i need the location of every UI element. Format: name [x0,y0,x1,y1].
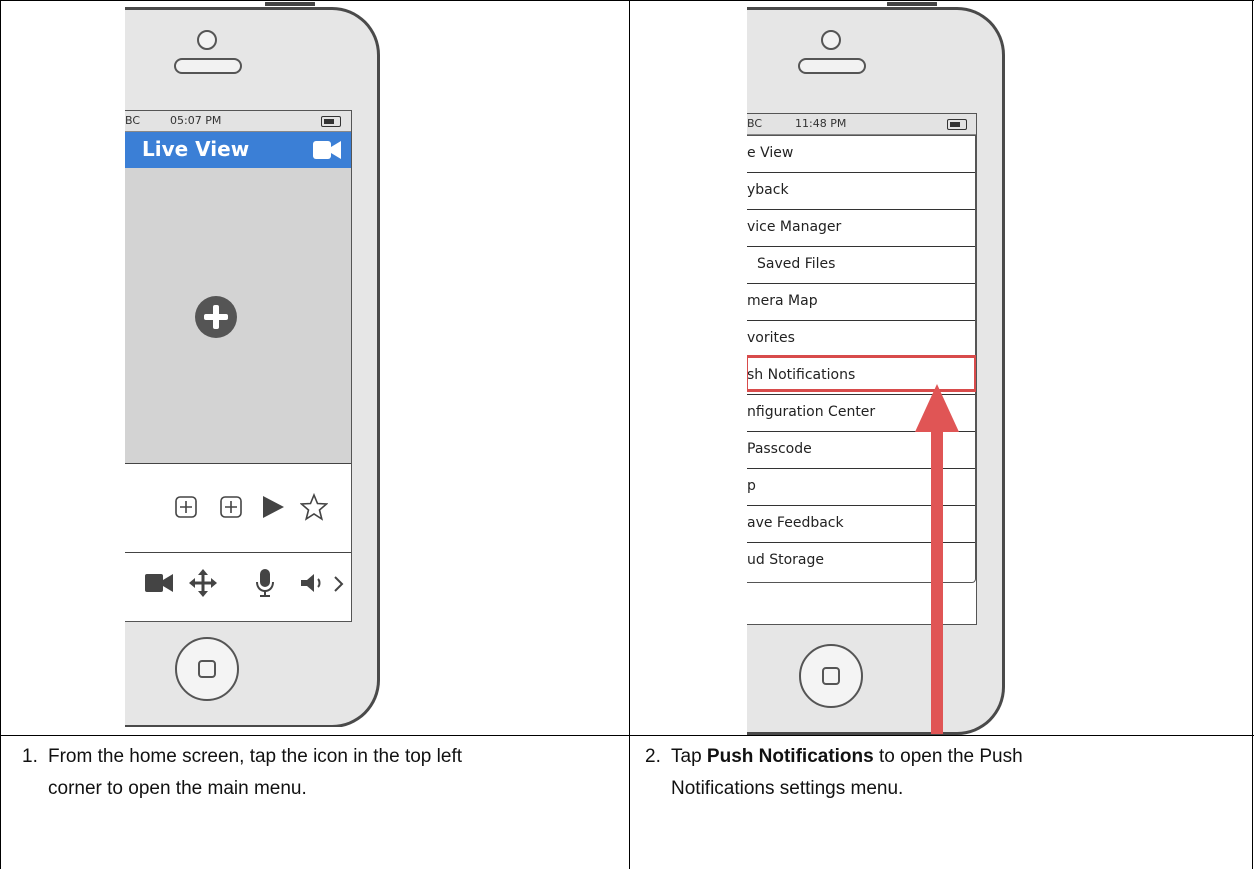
play-icon[interactable] [261,495,285,519]
page-title: Live View [142,137,250,161]
live-video-area[interactable] [125,168,351,464]
menu-item-label: p [747,478,756,494]
menu-item-label: yback [747,182,789,198]
menu-item-saved-files[interactable]: Saved Files [747,247,975,284]
table-border-top [0,0,1254,1]
phone-top-edge [887,2,937,6]
menu-item-playback[interactable]: yback [747,173,975,210]
menu-item-label: nfiguration Center [747,404,876,420]
menu-item-label: e View [747,145,794,161]
front-camera [821,30,841,50]
step-1-line-2: corner to open the main menu. [48,778,307,799]
step-2-emphasis: Push Notifications [706,746,874,767]
microphone-icon[interactable] [255,568,275,598]
menu-item-device-manager[interactable]: vice Manager [747,210,975,247]
toolbar-row-2 [125,553,351,621]
step-2-prefix: Tap [671,746,707,767]
phone-screen: BC 05:07 PM Live View [125,110,352,622]
step-number: 1. [22,746,38,767]
step-2-caption: 2. Tap Push Notifications to open the Pus… [645,741,1245,805]
battery-icon [321,116,341,127]
carrier-label: BC [747,117,763,130]
home-button[interactable] [175,637,239,701]
table-border-left [0,0,1,869]
move-arrows-icon[interactable] [189,569,217,597]
up-arrow-indicator [915,384,959,734]
plus-circle-icon[interactable] [195,296,237,338]
star-icon[interactable] [300,493,328,521]
carrier-label: BC [125,114,141,127]
home-square-icon [198,660,216,678]
clock-label: 05:07 PM [170,114,222,127]
menu-item-favorites[interactable]: vorites [747,321,975,358]
video-camera-icon[interactable] [313,139,341,161]
menu-item-label: Passcode [747,441,812,457]
menu-item-label: vice Manager [747,219,842,235]
status-bar: BC 11:48 PM [747,114,976,135]
left-phone-screenshot: BC 05:07 PM Live View [125,2,385,727]
step-2-line-2: Notifications settings menu. [671,778,904,799]
menu-item-label: Saved Files [757,256,836,272]
chevron-right-icon[interactable] [333,575,345,593]
table-border-middle [629,0,630,869]
step-2-suffix: to open the Push [873,746,1023,767]
add-box-icon[interactable] [175,496,197,518]
live-view-header: Live View [125,132,351,168]
menu-item-label: mera Map [747,293,818,309]
menu-item-live-view[interactable]: e View [747,136,975,173]
clock-label: 11:48 PM [795,117,847,130]
step-number: 2. [645,746,661,767]
status-bar: BC 05:07 PM [125,111,351,132]
phone-top-edge [265,2,315,6]
front-camera [197,30,217,50]
speaker-icon[interactable] [300,573,324,593]
menu-item-label: ave Feedback [747,515,844,531]
menu-item-camera-map[interactable]: mera Map [747,284,975,321]
battery-icon [947,119,967,130]
right-phone-screenshot: BC 11:48 PM e View yback vice Manager Sa… [747,2,1012,735]
step-1-line-1: 1. From the home screen, tap the icon in … [22,741,622,773]
phone-body: BC 11:48 PM e View yback vice Manager Sa… [747,7,1005,735]
menu-item-label: ud Storage [747,552,824,568]
menu-item-label: vorites [747,330,795,346]
phone-body: BC 05:07 PM Live View [125,7,380,727]
table-border-right [1252,0,1253,869]
toolbar-row-1 [125,464,351,553]
step-2-line-1: 2. Tap Push Notifications to open the Pus… [645,741,1245,773]
step-1-text: From the home screen, tap the icon in th… [48,746,463,767]
video-camera-icon[interactable] [145,573,173,593]
home-button[interactable] [799,644,863,708]
table-row-divider [0,735,1254,736]
speaker-grille [174,58,242,74]
step-1-caption: 1. From the home screen, tap the icon in … [22,741,622,805]
add-box-icon[interactable] [220,496,242,518]
speaker-grille [798,58,866,74]
home-square-icon [822,667,840,685]
